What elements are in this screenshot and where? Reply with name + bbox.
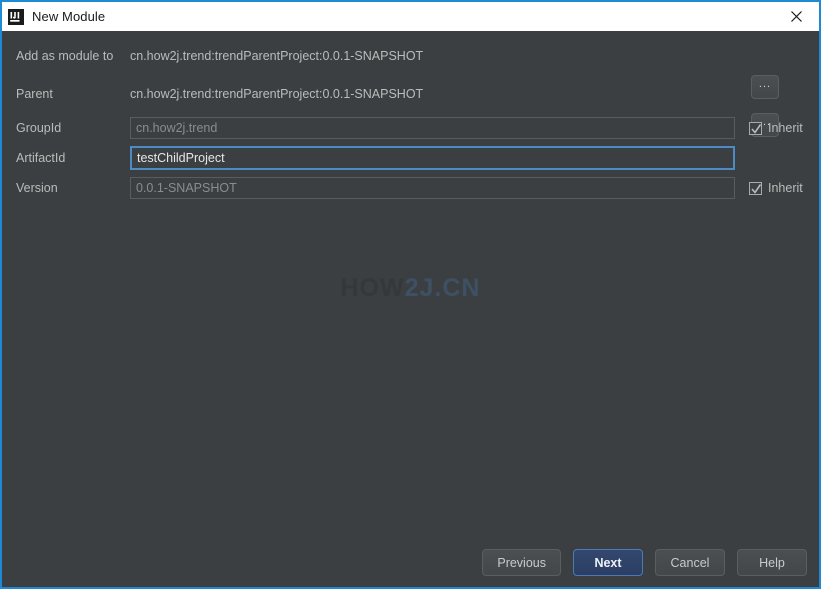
checkbox-checked-icon [749,181,762,195]
version-inherit-label: Inherit [768,181,803,195]
value-parent: cn.how2j.trend:trendParentProject:0.0.1-… [130,87,424,101]
close-button[interactable] [774,2,819,31]
title-bar: New Module [2,0,819,31]
close-icon [790,10,803,23]
watermark: HOW2J.CN [2,274,819,303]
cancel-button-label: Cancel [670,555,710,570]
checkbox-checked-icon [749,121,762,135]
cancel-button[interactable]: Cancel [655,549,725,576]
label-add-as-module-to: Add as module to [16,49,114,63]
dialog-content: Add as module to cn.how2j.trend:trendPar… [2,31,819,587]
label-groupid: GroupId [16,121,62,135]
groupid-input[interactable] [130,117,735,139]
new-module-dialog-window: New Module Add as module to cn.how2j.tre… [0,0,821,589]
watermark-part-1: HOW [340,274,405,302]
previous-button-label: Previous [497,555,546,570]
label-version: Version [16,181,58,195]
form-row-parent: Parent cn.how2j.trend:trendParentProject… [2,83,819,105]
artifactid-input[interactable] [130,146,735,170]
previous-button[interactable]: Previous [482,549,561,576]
groupid-inherit-checkbox[interactable]: Inherit [749,117,803,139]
dialog-footer: Previous Next Cancel Help [482,549,807,576]
groupid-inherit-label: Inherit [768,121,803,135]
value-add-as-module-to: cn.how2j.trend:trendParentProject:0.0.1-… [130,49,424,63]
help-button[interactable]: Help [737,549,807,576]
next-button-label: Next [594,555,622,570]
label-artifactid: ArtifactId [16,151,66,165]
watermark-part-2: 2J.CN [404,274,481,302]
version-inherit-checkbox[interactable]: Inherit [749,177,803,199]
window-title: New Module [32,9,106,24]
label-parent: Parent [16,87,53,101]
help-button-label: Help [759,555,785,570]
version-input[interactable] [130,177,735,199]
form-row-add-as-module-to: Add as module to cn.how2j.trend:trendPar… [2,45,819,67]
intellij-idea-icon [8,8,24,25]
next-button[interactable]: Next [573,549,643,576]
